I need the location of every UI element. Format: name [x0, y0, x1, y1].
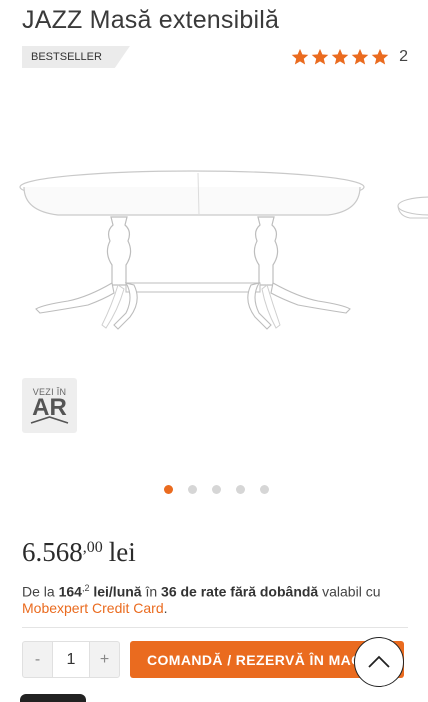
star-icon [291, 48, 309, 65]
product-image-table[interactable] [18, 165, 368, 355]
pagination-dot-2[interactable] [187, 485, 197, 494]
financing-info: De la 164,2 lei/lună în 36 de rate fără … [22, 580, 412, 616]
ar-icon [30, 416, 69, 424]
bottom-sheet-handle[interactable] [20, 694, 86, 702]
financing-suffix: valabil cu [318, 583, 381, 600]
pagination-dot-4[interactable] [235, 485, 245, 494]
price-currency: lei [108, 537, 136, 567]
financing-installments: 36 de rate fără dobândă [161, 583, 319, 600]
quantity-input[interactable]: 1 [53, 641, 89, 678]
financing-end: . [163, 599, 168, 616]
financing-prefix: De la [22, 583, 59, 600]
chevron-up-icon [368, 655, 390, 668]
price-decimals: ,00 [82, 539, 103, 556]
financing-amount: 164 [58, 583, 82, 600]
star-icon [351, 48, 369, 65]
product-rating[interactable]: 2 [291, 46, 408, 68]
divider [22, 627, 408, 628]
financing-per: lei/lună [89, 583, 142, 600]
credit-card-link[interactable]: Mobexpert Credit Card [22, 600, 164, 616]
financing-mid: în [141, 583, 162, 600]
star-icon [371, 48, 389, 65]
view-in-ar-button[interactable]: VEZI ÎN AR [22, 378, 77, 433]
gallery-pagination [0, 485, 428, 494]
quantity-stepper: - 1 + [22, 641, 120, 678]
quantity-increase-button[interactable]: + [89, 641, 120, 678]
product-price: 6.568,00 lei [22, 537, 136, 568]
product-title: JAZZ Masă extensibilă [22, 6, 280, 34]
pagination-dot-5[interactable] [259, 485, 269, 494]
pagination-dot-3[interactable] [211, 485, 221, 494]
quantity-decrease-button[interactable]: - [22, 641, 53, 678]
star-icon [331, 48, 349, 65]
rating-stars [291, 48, 389, 66]
product-image-next-peek[interactable] [396, 194, 428, 234]
rating-count[interactable]: 2 [399, 48, 408, 66]
star-icon [311, 48, 329, 65]
scroll-to-top-button[interactable] [354, 637, 404, 687]
bestseller-badge: BESTSELLER [22, 46, 130, 68]
pagination-dot-1[interactable] [163, 485, 173, 494]
price-main: 6.568 [22, 537, 83, 567]
